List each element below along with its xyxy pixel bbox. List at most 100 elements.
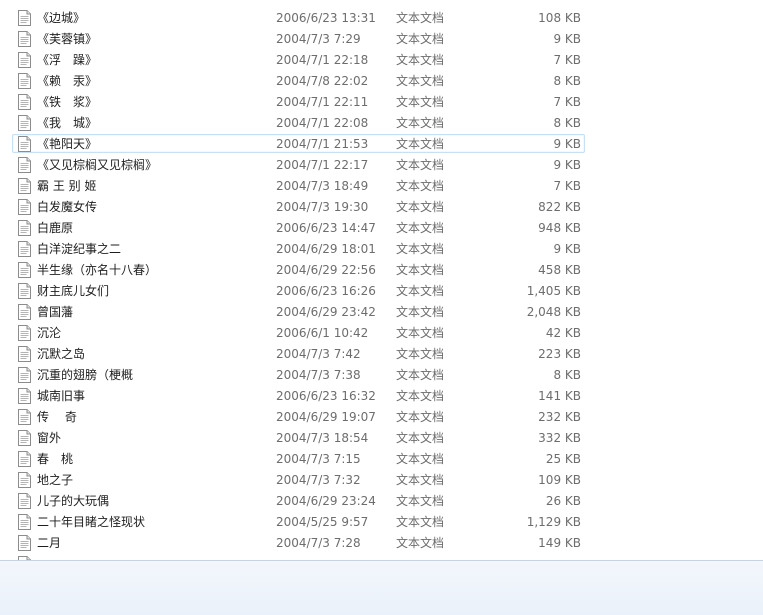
file-name: 窗外	[37, 431, 62, 445]
file-size: 9 KB	[553, 137, 581, 151]
file-size: 9 KB	[553, 242, 581, 256]
file-name: 《赖 汞》	[37, 74, 98, 88]
file-row[interactable]: 地之子 2004/7/3 7:32 文本文档 109 KB	[12, 470, 585, 489]
file-date-modified: 2006/6/23 16:26	[276, 284, 376, 298]
text-document-icon	[18, 367, 31, 383]
file-name: 地之子	[37, 473, 74, 487]
text-document-icon	[18, 472, 31, 488]
text-document-icon	[18, 178, 31, 194]
file-list[interactable]: 《边城》 2006/6/23 13:31 文本文档 108 KB 《芙蓉镇》 2004/7…	[0, 0, 763, 560]
file-name: 半生缘（亦名十八春）	[37, 263, 158, 277]
file-date-modified: 2006/6/23 16:32	[276, 389, 376, 403]
file-type: 文本文档	[396, 158, 445, 172]
file-date-modified: 2006/6/23 14:47	[276, 221, 376, 235]
file-size: 25 KB	[545, 452, 581, 466]
file-name: 《艳阳天》	[37, 137, 98, 151]
file-name: 霸 王 别 姬	[37, 179, 97, 193]
file-row[interactable]: 《边城》 2006/6/23 13:31 文本文档 108 KB	[12, 8, 585, 27]
text-document-icon	[18, 451, 31, 467]
file-type: 文本文档	[396, 368, 445, 382]
text-document-icon	[18, 73, 31, 89]
file-row[interactable]: 财主底儿女们 2006/6/23 16:26 文本文档 1,405 KB	[12, 281, 585, 300]
file-date-modified: 2004/7/3 7:32	[276, 473, 361, 487]
file-date-modified: 2004/7/3 18:54	[276, 431, 369, 445]
file-size: 223 KB	[538, 347, 581, 361]
text-document-icon	[18, 220, 31, 236]
file-date-modified: 2004/7/3 7:28	[276, 536, 361, 550]
file-date-modified: 2004/7/1 22:18	[276, 53, 369, 67]
file-row[interactable]: 《芙蓉镇》 2004/7/3 7:29 文本文档 9 KB	[12, 29, 585, 48]
file-date-modified: 2006/6/1 10:42	[276, 326, 369, 340]
file-row[interactable]: 二月 2004/7/3 7:28 文本文档 149 KB	[12, 533, 585, 552]
file-type: 文本文档	[396, 389, 445, 403]
file-date-modified: 2004/7/3 19:30	[276, 200, 369, 214]
file-size: 108 KB	[538, 11, 581, 25]
file-date-modified: 2004/7/1 22:08	[276, 116, 369, 130]
file-size: 7 KB	[553, 53, 581, 67]
file-date-modified: 2004/6/29 23:24	[276, 494, 376, 508]
file-row[interactable]: 传 奇 2004/6/29 19:07 文本文档 232 KB	[12, 407, 585, 426]
file-date-modified: 2004/7/3 7:42	[276, 347, 361, 361]
file-row[interactable]: 窗外 2004/7/3 18:54 文本文档 332 KB	[12, 428, 585, 447]
text-document-icon	[18, 409, 31, 425]
file-name: 财主底儿女们	[37, 284, 110, 298]
file-type: 文本文档	[396, 74, 445, 88]
file-row[interactable]: 沉默之岛 2004/7/3 7:42 文本文档 223 KB	[12, 344, 585, 363]
file-name: 《又见棕榈又见棕榈》	[37, 158, 158, 172]
file-row[interactable]: 《又见棕榈又见棕榈》 2004/7/1 22:17 文本文档 9 KB	[12, 155, 585, 174]
file-type: 文本文档	[396, 431, 445, 445]
file-size: 9 KB	[553, 158, 581, 172]
file-type: 文本文档	[396, 95, 445, 109]
text-document-icon	[18, 157, 31, 173]
file-row[interactable]: 沉沦 2006/6/1 10:42 文本文档 42 KB	[12, 323, 585, 342]
file-row[interactable]: 曾国藩 2004/6/29 23:42 文本文档 2,048 KB	[12, 302, 585, 321]
file-name: 《浮 躁》	[37, 53, 98, 67]
file-type: 文本文档	[396, 242, 445, 256]
file-name: 《我 城》	[37, 116, 98, 130]
file-row[interactable]: 城南旧事 2006/6/23 16:32 文本文档 141 KB	[12, 386, 585, 405]
file-date-modified: 2004/7/1 22:11	[276, 95, 369, 109]
file-row[interactable]: 白洋淀纪事之二 2004/6/29 18:01 文本文档 9 KB	[12, 239, 585, 258]
file-row[interactable]: 白鹿原 2006/6/23 14:47 文本文档 948 KB	[12, 218, 585, 237]
file-date-modified: 2004/7/3 7:15	[276, 452, 361, 466]
file-row[interactable]: 《我 城》 2004/7/1 22:08 文本文档 8 KB	[12, 113, 585, 132]
file-row[interactable]: 半生缘（亦名十八春） 2004/6/29 22:56 文本文档 458 KB	[12, 260, 585, 279]
file-row[interactable]: 《铁 浆》 2004/7/1 22:11 文本文档 7 KB	[12, 92, 585, 111]
file-date-modified: 2004/7/3 18:49	[276, 179, 369, 193]
file-row[interactable]: 二十年目睹之怪现状 2004/5/25 9:57 文本文档 1,129 KB	[12, 512, 585, 531]
file-row[interactable]: 《赖 汞》 2004/7/8 22:02 文本文档 8 KB	[12, 71, 585, 90]
file-type: 文本文档	[396, 200, 445, 214]
text-document-icon	[18, 325, 31, 341]
file-name: 儿子的大玩偶	[37, 494, 110, 508]
file-size: 948 KB	[538, 221, 581, 235]
file-type: 文本文档	[396, 32, 445, 46]
file-row[interactable]: 白发魔女传 2004/7/3 19:30 文本文档 822 KB	[12, 197, 585, 216]
text-document-icon	[18, 115, 31, 131]
file-row[interactable]: 霸 王 别 姬 2004/7/3 18:49 文本文档 7 KB	[12, 176, 585, 195]
file-type: 文本文档	[396, 473, 445, 487]
file-type: 文本文档	[396, 11, 445, 25]
file-row[interactable]: 《浮 躁》 2004/7/1 22:18 文本文档 7 KB	[12, 50, 585, 69]
file-name: 白发魔女传	[37, 200, 98, 214]
file-type: 文本文档	[396, 494, 445, 508]
file-date-modified: 2004/6/29 23:42	[276, 305, 376, 319]
file-size: 8 KB	[553, 116, 581, 130]
text-document-icon	[18, 346, 31, 362]
file-name: 《芙蓉镇》	[37, 32, 98, 46]
file-name: 二月	[37, 536, 62, 550]
file-name: 春 桃	[37, 452, 74, 466]
file-row[interactable]: 《艳阳天》 2004/7/1 21:53 文本文档 9 KB	[12, 134, 585, 153]
file-date-modified: 2004/7/3 7:38	[276, 368, 361, 382]
text-document-icon	[18, 241, 31, 257]
file-row[interactable]: 春 桃 2004/7/3 7:15 文本文档 25 KB	[12, 449, 585, 468]
file-date-modified: 2004/5/25 9:57	[276, 515, 369, 529]
file-size: 8 KB	[553, 74, 581, 88]
file-row[interactable]: 沉重的翅膀（梗概 2004/7/3 7:38 文本文档 8 KB	[12, 365, 585, 384]
file-type: 文本文档	[396, 221, 445, 235]
file-size: 42 KB	[545, 326, 581, 340]
file-type: 文本文档	[396, 326, 445, 340]
file-row[interactable]: 儿子的大玩偶 2004/6/29 23:24 文本文档 26 KB	[12, 491, 585, 510]
text-document-icon	[18, 535, 31, 551]
file-type: 文本文档	[396, 179, 445, 193]
text-document-icon	[18, 388, 31, 404]
